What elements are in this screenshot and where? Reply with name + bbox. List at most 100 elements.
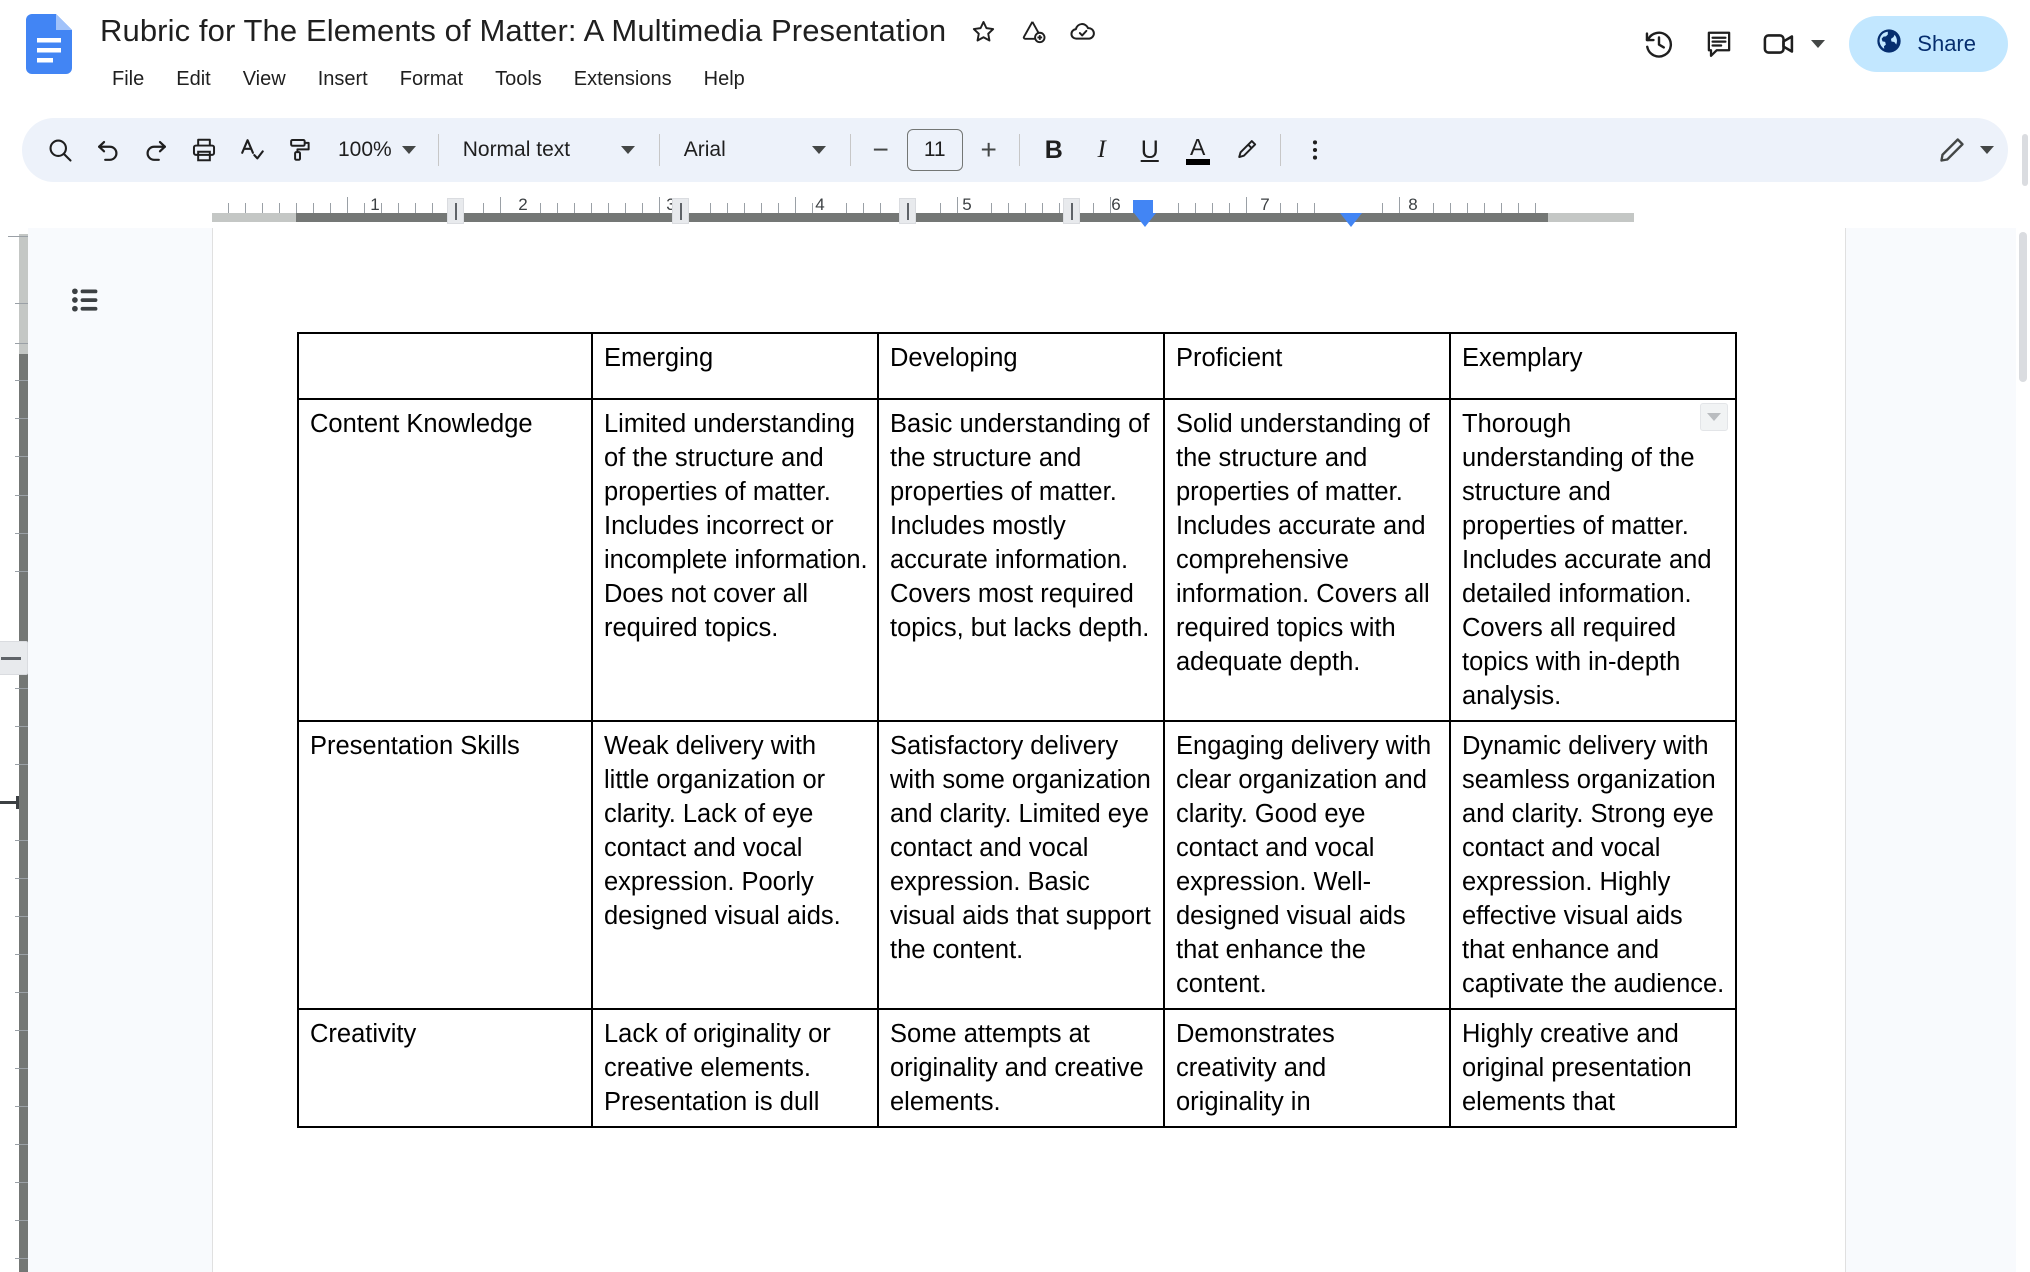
paragraph-style-value: Normal text (462, 138, 571, 161)
share-button[interactable]: Share (1849, 16, 2008, 72)
more-options-icon[interactable] (1291, 126, 1339, 174)
zoom-chevron-down-icon (401, 146, 416, 154)
vruler-top-margin (19, 234, 28, 354)
cell-proficient[interactable]: Solid understanding of the structure and… (1163, 398, 1451, 722)
menu-item-help[interactable]: Help (688, 63, 761, 96)
vruler-text-area (19, 354, 28, 1272)
vertical-scrollbar[interactable] (2016, 228, 2030, 1272)
left-indent-marker[interactable] (1134, 213, 1156, 227)
vruler-tick (8, 236, 28, 237)
spellcheck-icon[interactable] (228, 126, 276, 174)
video-camera-icon[interactable] (1749, 14, 1809, 74)
move-to-folder-icon[interactable] (1018, 16, 1048, 46)
font-size-input[interactable]: 11 (906, 129, 963, 171)
vruler-tick (15, 878, 28, 879)
cell-proficient[interactable]: Engaging delivery with clear organizatio… (1163, 720, 1451, 1010)
menu-item-file[interactable]: File (96, 63, 160, 96)
ruler-tab-stop[interactable] (1063, 198, 1080, 224)
ruler-tab-stop[interactable] (899, 198, 916, 224)
vruler-tick (15, 380, 28, 381)
menu-item-extensions[interactable]: Extensions (558, 63, 688, 96)
ruler-number: 2 (518, 195, 528, 214)
vruler-row-handle[interactable] (0, 796, 19, 809)
cell-emerging[interactable]: Lack of originality or creative elements… (591, 1008, 879, 1128)
header-cell-exemplary[interactable]: Exemplary (1449, 332, 1737, 400)
ruler-tick-major (1399, 197, 1400, 213)
menu-item-insert[interactable]: Insert (302, 63, 384, 96)
vertical-ruler[interactable] (0, 228, 28, 1272)
vruler-tick (15, 571, 28, 572)
document-outline-icon[interactable] (58, 272, 114, 328)
cell-emerging[interactable]: Limited understanding of the structure a… (591, 398, 879, 722)
rubric-table[interactable]: Emerging Developing Proficient Exemplary… (297, 332, 1737, 1128)
title-and-menu: Rubric for The Elements of Matter: A Mul… (100, 6, 1098, 98)
top-bar: Rubric for The Elements of Matter: A Mul… (0, 0, 2030, 118)
editing-mode-chevron-down-icon[interactable] (1980, 146, 1994, 154)
scrollbar-top-marker[interactable] (2022, 134, 2028, 186)
globe-icon (1875, 27, 1903, 61)
increase-font-size-button[interactable]: + (969, 130, 1009, 170)
cloud-saved-icon[interactable] (1068, 16, 1098, 46)
paint-format-icon[interactable] (276, 126, 324, 174)
cell-criterion[interactable]: Presentation Skills (297, 720, 593, 1010)
menu-item-tools[interactable]: Tools (479, 63, 558, 96)
cell-exemplary[interactable]: Thorough understanding of the structure … (1449, 398, 1737, 722)
document-page[interactable]: Emerging Developing Proficient Exemplary… (212, 228, 1846, 1272)
paragraph-style-selector[interactable]: Normal text (449, 128, 649, 172)
redo-icon[interactable] (132, 126, 180, 174)
ruler-tab-stop[interactable] (672, 198, 689, 224)
google-docs-logo[interactable] (26, 14, 72, 74)
search-icon[interactable] (36, 126, 84, 174)
vruler-tick (15, 1030, 28, 1031)
decrease-font-size-button[interactable]: − (861, 130, 901, 170)
edit-pencil-icon[interactable] (1928, 126, 1976, 174)
print-icon[interactable] (180, 126, 228, 174)
bold-button[interactable]: B (1030, 126, 1078, 174)
font-family-selector[interactable]: Arial (670, 128, 840, 172)
cell-developing[interactable]: Satisfactory delivery with some organiza… (877, 720, 1165, 1010)
document-title[interactable]: Rubric for The Elements of Matter: A Mul… (100, 6, 946, 56)
cell-criterion[interactable]: Creativity (297, 1008, 593, 1128)
cell-developing[interactable]: Basic understanding of the structure and… (877, 398, 1165, 722)
cell-emerging[interactable]: Weak delivery with little organization o… (591, 720, 879, 1010)
zoom-selector[interactable]: 100% (324, 128, 428, 172)
header-cell-developing[interactable]: Developing (877, 332, 1165, 400)
highlight-color-icon[interactable] (1222, 126, 1270, 174)
vruler-tick (15, 456, 28, 457)
cell-exemplary[interactable]: Dynamic delivery with seamless organizat… (1449, 720, 1737, 1010)
header-cell-proficient[interactable]: Proficient (1163, 332, 1451, 400)
underline-button[interactable]: U (1126, 126, 1174, 174)
cell-chevron-down-icon[interactable] (1700, 403, 1728, 431)
horizontal-ruler[interactable]: 1 2 3 4 5 6 7 8 (0, 192, 2030, 228)
scrollbar-thumb[interactable] (2019, 232, 2027, 382)
star-icon[interactable] (968, 16, 998, 46)
cell-criterion[interactable]: Content Knowledge (297, 398, 593, 722)
cell-developing[interactable]: Some attempts at originality and creativ… (877, 1008, 1165, 1128)
table-row: Creativity Lack of originality or creati… (297, 1008, 1737, 1128)
italic-button[interactable]: I (1078, 126, 1126, 174)
comment-icon[interactable] (1689, 14, 1749, 74)
undo-icon[interactable] (84, 126, 132, 174)
ruler-tick (296, 203, 297, 213)
version-history-icon[interactable] (1629, 14, 1689, 74)
vruler-tick (15, 533, 28, 534)
right-indent-marker[interactable] (1340, 213, 1362, 227)
vruler-tick (15, 1068, 28, 1069)
text-color-button[interactable]: A (1174, 126, 1222, 174)
cell-proficient[interactable]: Demonstrates creativity and originality … (1163, 1008, 1451, 1128)
menu-item-format[interactable]: Format (384, 63, 479, 96)
ruler-tick (608, 203, 609, 213)
text-color-swatch (1185, 158, 1210, 165)
vruler-margin-handle[interactable] (0, 641, 28, 675)
cell-exemplary[interactable]: Highly creative and original presentatio… (1449, 1008, 1737, 1128)
toolbar-divider (437, 134, 439, 166)
menu-item-edit[interactable]: Edit (160, 63, 226, 96)
first-line-indent-marker[interactable] (1133, 200, 1153, 213)
header-cell-blank[interactable] (297, 332, 593, 400)
ruler-tick (228, 203, 229, 213)
meet-chevron-down-icon[interactable] (1811, 40, 1826, 48)
ruler-tick (812, 203, 813, 213)
ruler-tab-stop[interactable] (447, 198, 464, 224)
header-cell-emerging[interactable]: Emerging (591, 332, 879, 400)
menu-item-view[interactable]: View (227, 63, 302, 96)
